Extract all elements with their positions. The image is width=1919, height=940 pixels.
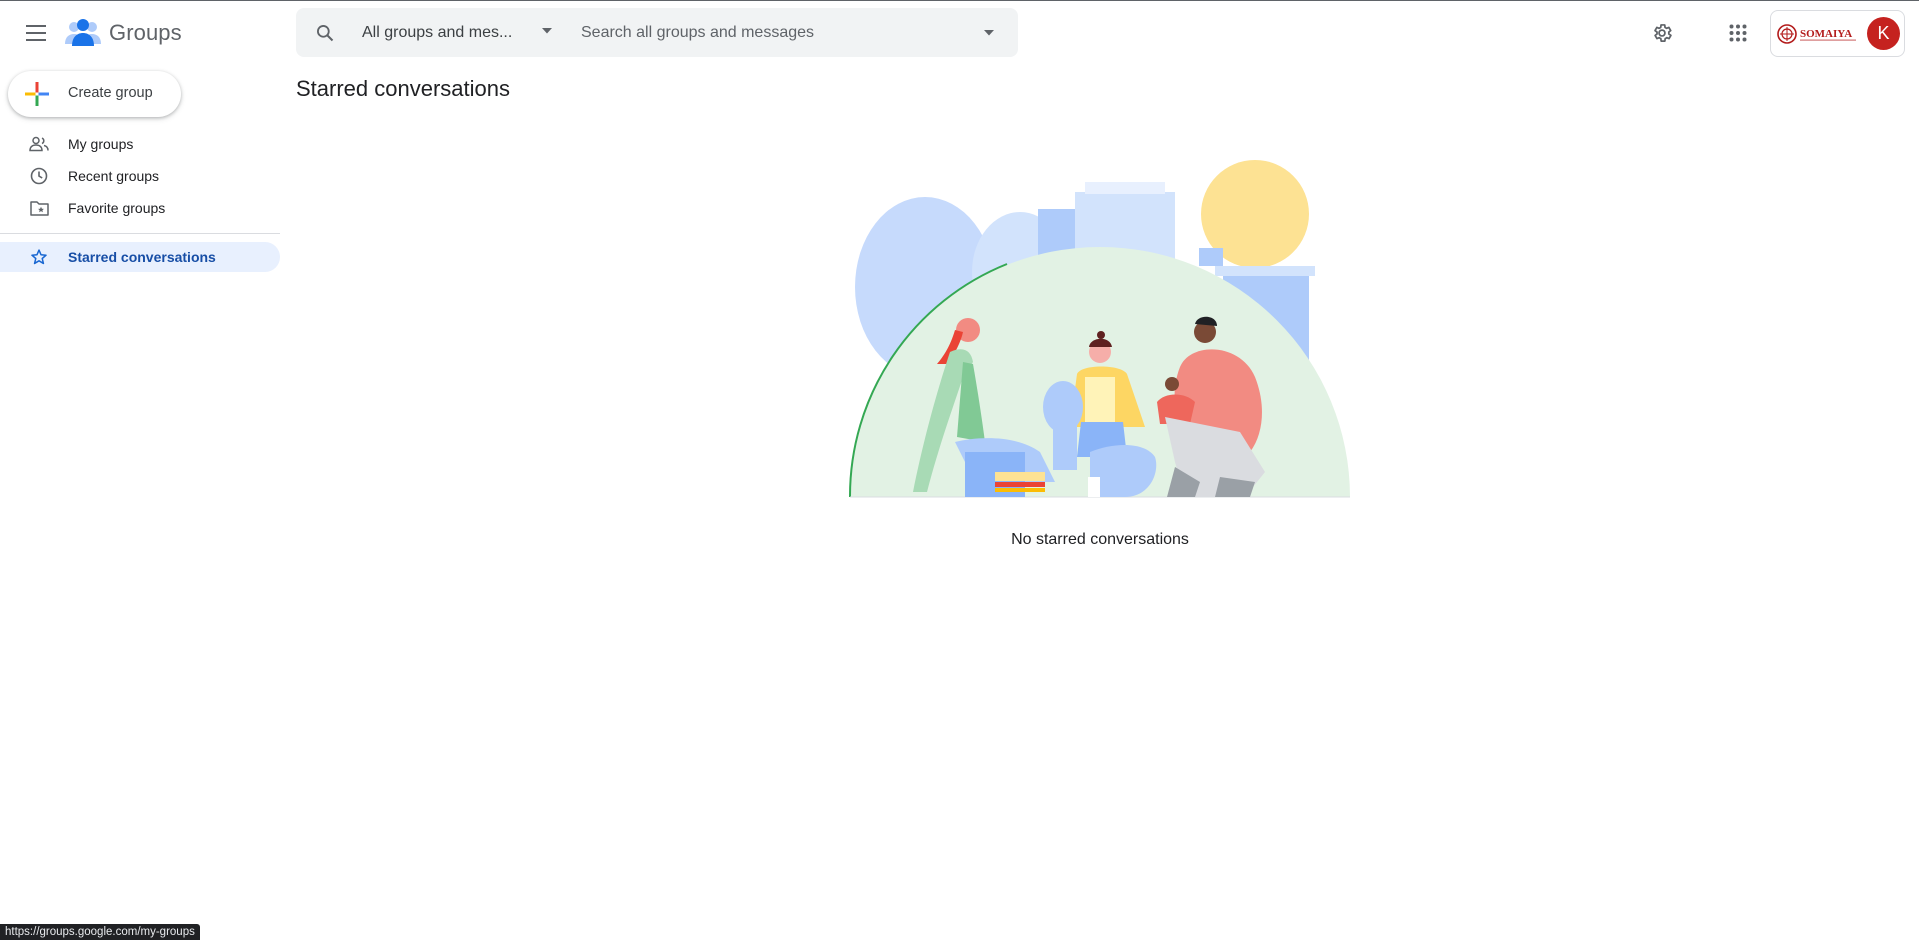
app-logo[interactable]: Groups [65,15,182,51]
people-icon [29,134,49,154]
account-switcher[interactable]: SOMAIYA K [1770,10,1905,57]
search-button[interactable] [308,16,342,50]
apps-grid-icon [1729,24,1747,42]
sidebar-divider [0,233,280,234]
top-border [0,0,1919,1]
chevron-down-icon [542,28,552,34]
google-apps-button[interactable] [1719,14,1757,52]
organization-logo: SOMAIYA [1777,24,1856,44]
page-title: Starred conversations [296,76,510,101]
create-group-label: Create group [68,85,153,101]
create-group-button[interactable]: Create group [8,71,181,117]
search-icon [317,25,334,42]
search-scope-label: All groups and mes... [362,23,513,41]
star-icon [29,247,49,267]
empty-state-message: No starred conversations [1011,531,1189,548]
sidebar-item-label: Recent groups [68,168,160,184]
search-bar: All groups and mes... [296,8,1018,57]
gear-icon [1654,24,1672,42]
plus-icon [25,82,49,106]
sidebar-item-my-groups[interactable]: My groups [0,129,280,159]
empty-state-illustration [848,160,1350,498]
hamburger-menu-icon [26,25,46,41]
svg-text:SOMAIYA: SOMAIYA [1800,28,1852,40]
sidebar-item-recent-groups[interactable]: Recent groups [0,161,280,191]
avatar: K [1867,17,1900,50]
groups-people-icon [65,19,101,46]
clock-icon [29,166,49,186]
sidebar-item-starred-conversations[interactable]: Starred conversations [0,242,280,272]
sidebar-item-label: My groups [68,136,134,152]
sidebar-item-favorite-groups[interactable]: Favorite groups [0,193,280,223]
status-bar-url: https://groups.google.com/my-groups [0,924,200,940]
sidebar-item-label: Starred conversations [68,249,216,265]
search-scope-dropdown[interactable]: All groups and mes... [362,8,562,57]
search-options-button[interactable] [976,20,1002,46]
sidebar-item-label: Favorite groups [68,200,166,216]
chevron-down-icon [984,30,994,36]
search-input[interactable] [581,18,941,48]
main-menu-button[interactable] [18,15,54,51]
app-name: Groups [109,20,182,45]
settings-button[interactable] [1643,14,1681,52]
folder-star-icon [29,198,49,218]
